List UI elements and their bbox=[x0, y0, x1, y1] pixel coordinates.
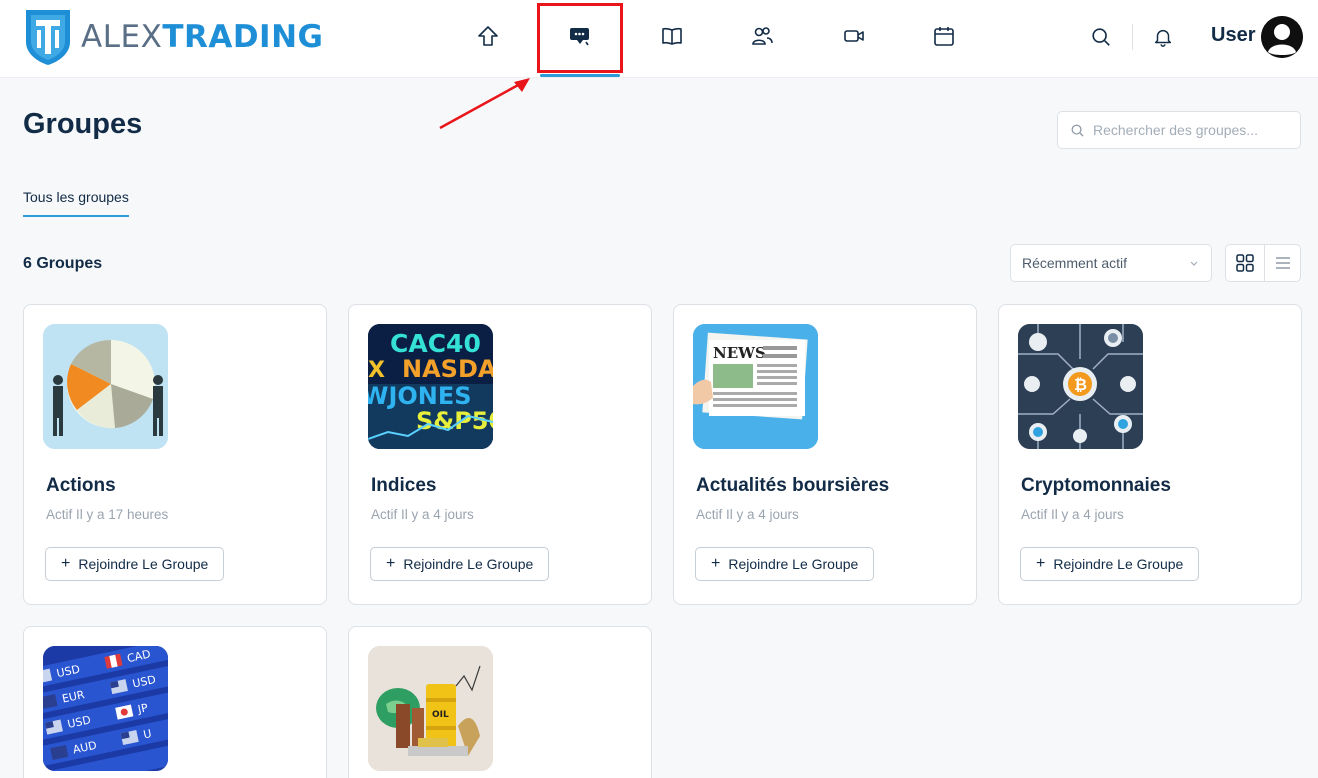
sort-select[interactable]: Récemment actif bbox=[1010, 244, 1212, 282]
group-activity: Actif Il y a 17 heures bbox=[46, 507, 169, 522]
group-thumbnail[interactable]: ₿ bbox=[1018, 324, 1143, 449]
list-icon bbox=[1276, 257, 1290, 269]
search-input[interactable] bbox=[1093, 122, 1293, 138]
group-card[interactable]: CAC40 X NASDA WJONES S&P50 Indices Actif… bbox=[348, 304, 652, 605]
site-logo[interactable]: ALEXTRADING bbox=[24, 8, 323, 66]
view-toggle bbox=[1225, 244, 1301, 282]
commodities-image: OIL bbox=[368, 646, 493, 771]
plus-icon: + bbox=[386, 555, 396, 572]
plus-icon: + bbox=[1036, 555, 1046, 572]
groups-count: 6 Groupes bbox=[23, 255, 103, 272]
group-thumbnail[interactable] bbox=[43, 324, 168, 449]
group-thumbnail[interactable]: CAC40 X NASDA WJONES S&P50 bbox=[368, 324, 493, 449]
logo-prefix: ALEX bbox=[81, 18, 163, 55]
group-card[interactable]: Actions Actif Il y a 17 heures + Rejoindr… bbox=[23, 304, 327, 605]
join-group-label: Rejoindre Le Groupe bbox=[78, 556, 209, 572]
video-icon bbox=[844, 30, 864, 42]
group-activity: Actif Il y a 4 jours bbox=[696, 507, 799, 522]
plus-icon: + bbox=[711, 555, 721, 572]
calendar-icon bbox=[934, 27, 954, 46]
index-label-sp500: S&P50 bbox=[416, 407, 493, 435]
user-name[interactable]: User bbox=[1211, 24, 1255, 47]
join-group-label: Rejoindre Le Groupe bbox=[728, 556, 859, 572]
search-icon bbox=[1071, 124, 1084, 137]
join-group-label: Rejoindre Le Groupe bbox=[1053, 556, 1184, 572]
join-group-button[interactable]: + Rejoindre Le Groupe bbox=[370, 547, 550, 581]
nav-courses[interactable] bbox=[654, 18, 690, 54]
logo-wordmark: ALEXTRADING bbox=[81, 18, 324, 55]
group-card[interactable]: USD CAD EUR USD USD JP AUD U bbox=[23, 626, 327, 778]
home-icon bbox=[478, 26, 498, 46]
group-search[interactable] bbox=[1057, 111, 1301, 149]
nav-videos[interactable] bbox=[836, 18, 872, 54]
barrel-label: OIL bbox=[432, 710, 449, 720]
plus-icon: + bbox=[61, 555, 71, 572]
forex-board-image: USD CAD EUR USD USD JP AUD U bbox=[43, 646, 168, 771]
pie-chart-people-image bbox=[43, 324, 168, 449]
chevron-down-icon bbox=[1190, 261, 1198, 266]
tab-all-groups[interactable]: Tous les groupes bbox=[23, 189, 129, 217]
group-activity: Actif Il y a 4 jours bbox=[1021, 507, 1124, 522]
group-card[interactable]: NEWS Actualités boursières Actif Il y a … bbox=[673, 304, 977, 605]
page-title: Groupes bbox=[23, 108, 143, 140]
sort-value: Récemment actif bbox=[1022, 255, 1128, 271]
nav-members[interactable] bbox=[744, 18, 780, 54]
indices-image: CAC40 X NASDA WJONES S&P50 bbox=[368, 324, 493, 449]
group-thumbnail[interactable]: USD CAD EUR USD USD JP AUD U bbox=[43, 646, 168, 771]
nav-events[interactable] bbox=[926, 18, 962, 54]
grid-icon bbox=[1236, 254, 1254, 272]
crypto-circuit-image: ₿ bbox=[1018, 324, 1143, 449]
group-card[interactable]: ₿ Cryptomonnaies Actif Il y a 4 jours + R… bbox=[998, 304, 1302, 605]
join-group-button[interactable]: + Rejoindre Le Groupe bbox=[695, 547, 875, 581]
join-group-label: Rejoindre Le Groupe bbox=[403, 556, 534, 572]
bell-icon bbox=[1154, 29, 1172, 47]
list-view-button[interactable] bbox=[1264, 245, 1302, 281]
group-card[interactable]: OIL bbox=[348, 626, 652, 778]
group-title[interactable]: Actualités boursières bbox=[696, 475, 889, 497]
annotation-arrow-icon bbox=[439, 78, 530, 130]
top-header: ALEXTRADING User bbox=[0, 0, 1318, 78]
avatar[interactable] bbox=[1261, 16, 1303, 58]
index-label-nasdaq: NASDA bbox=[402, 355, 493, 383]
users-icon bbox=[752, 27, 773, 45]
active-nav-indicator bbox=[540, 74, 620, 77]
group-thumbnail[interactable]: OIL bbox=[368, 646, 493, 771]
user-avatar-icon bbox=[1261, 16, 1303, 58]
index-label-x: X bbox=[368, 358, 385, 383]
group-title[interactable]: Cryptomonnaies bbox=[1021, 475, 1171, 497]
group-title[interactable]: Indices bbox=[371, 475, 436, 497]
search-icon bbox=[1092, 28, 1110, 46]
group-activity: Actif Il y a 4 jours bbox=[371, 507, 474, 522]
logo-shield-icon bbox=[26, 10, 70, 65]
index-label-dowjones: WJONES bbox=[368, 382, 472, 410]
newspaper-image: NEWS bbox=[693, 324, 818, 449]
logo-suffix: TRADING bbox=[162, 18, 324, 55]
grid-view-button[interactable] bbox=[1226, 245, 1264, 281]
group-thumbnail[interactable]: NEWS bbox=[693, 324, 818, 449]
book-icon bbox=[662, 27, 682, 45]
group-title[interactable]: Actions bbox=[46, 475, 116, 497]
join-group-button[interactable]: + Rejoindre Le Groupe bbox=[45, 547, 225, 581]
annotation-highlight-box bbox=[537, 3, 623, 73]
newspaper-headline: NEWS bbox=[713, 344, 766, 362]
svg-text:₿: ₿ bbox=[1074, 375, 1087, 394]
notifications-button[interactable] bbox=[1148, 22, 1178, 52]
nav-home[interactable] bbox=[470, 18, 506, 54]
join-group-button[interactable]: + Rejoindre Le Groupe bbox=[1020, 547, 1200, 581]
header-divider bbox=[1132, 24, 1133, 50]
index-label-cac40: CAC40 bbox=[390, 329, 481, 358]
header-search-button[interactable] bbox=[1086, 22, 1116, 52]
